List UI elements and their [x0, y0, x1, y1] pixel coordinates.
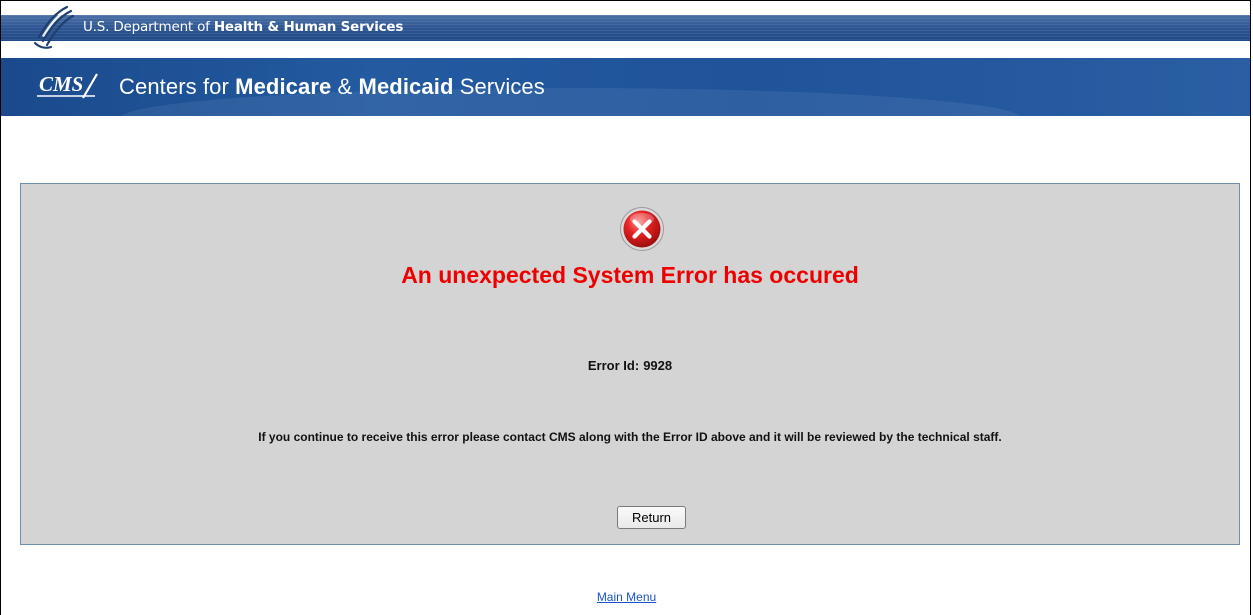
hhs-eagle-icon — [33, 5, 75, 49]
return-button[interactable]: Return — [617, 506, 686, 529]
cms-title-medicaid: Medicaid — [358, 74, 454, 99]
main-menu-link[interactable]: Main Menu — [597, 590, 656, 604]
error-heading: An unexpected System Error has occured — [401, 262, 859, 288]
cms-logo: CMS — [37, 72, 98, 99]
error-id-value: 9928 — [643, 358, 673, 373]
error-x-icon — [620, 207, 664, 251]
hhs-name-bold: Health & Human Services — [213, 19, 404, 35]
hhs-banner: U.S. Department of Health & Human Servic… — [1, 1, 1250, 58]
cms-title-medicare: Medicare — [235, 74, 332, 99]
cms-title-amp: & — [337, 74, 353, 99]
hhs-prefix: U.S. Department of — [83, 19, 210, 35]
cms-title-part-1: Centers for — [119, 74, 229, 99]
error-id-label: Error Id: — [587, 358, 640, 373]
cms-logo-text: CMS — [39, 72, 83, 96]
cms-title-services: Services — [459, 74, 545, 99]
cms-banner: CMS Centers for Medicare & Medicaid Serv… — [1, 58, 1250, 116]
error-panel: An unexpected System Error has occured E… — [20, 183, 1240, 545]
error-id: Error Id: 9928 — [21, 358, 1239, 373]
error-message: If you continue to receive this error pl… — [258, 430, 1002, 444]
main-menu-link-container: Main Menu — [0, 590, 1253, 604]
cms-title: Centers for Medicare & Medicaid Services — [119, 74, 545, 100]
hhs-department-name: U.S. Department of Health & Human Servic… — [83, 19, 403, 35]
